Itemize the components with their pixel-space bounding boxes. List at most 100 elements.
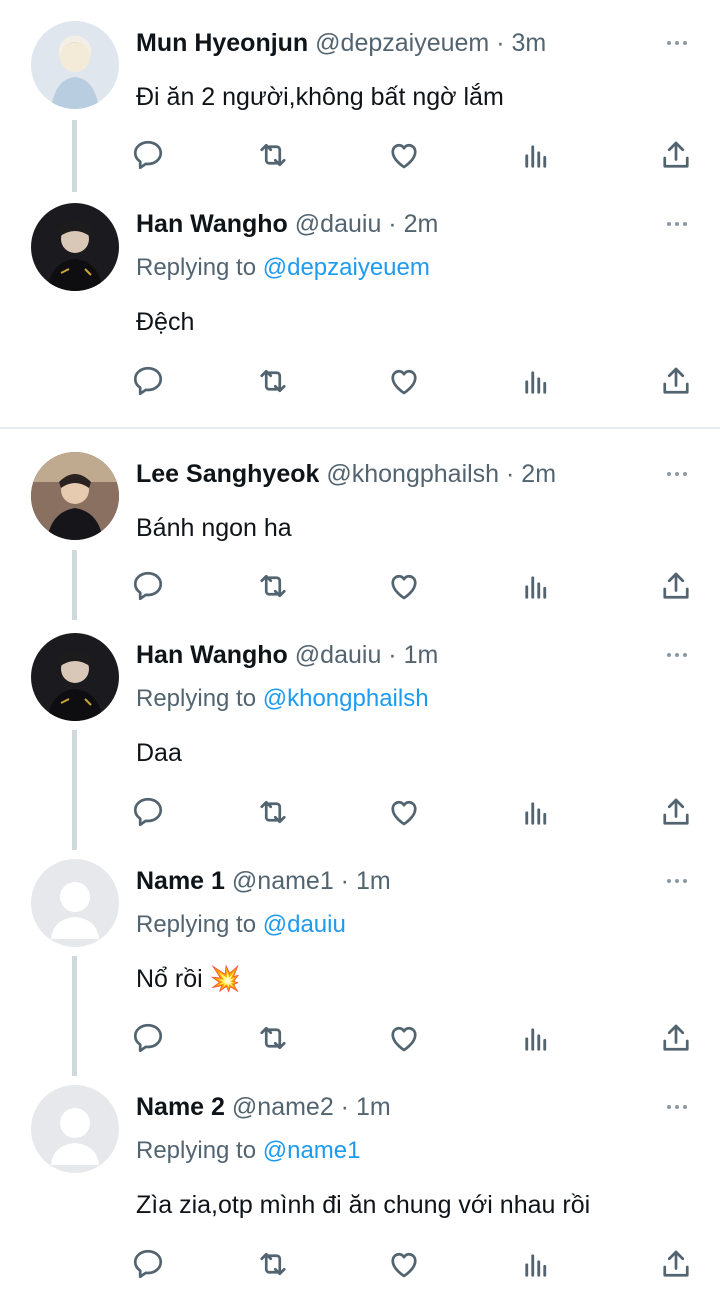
- retweet-icon[interactable]: [255, 1246, 295, 1286]
- analytics-icon[interactable]: [517, 794, 557, 834]
- replying-prefix: Replying to: [136, 911, 263, 938]
- replying-prefix: Replying to: [136, 685, 263, 712]
- share-icon[interactable]: [658, 1020, 698, 1060]
- retweet-icon[interactable]: [255, 794, 295, 834]
- tweet-text: Zìa zia,otp mình đi ăn chung với nhau rồ…: [136, 1191, 591, 1219]
- like-icon[interactable]: [386, 794, 426, 834]
- tweet-header: Lee Sanghyeok @khongphailsh · 2m: [136, 459, 556, 489]
- analytics-icon[interactable]: [517, 137, 557, 177]
- handle[interactable]: @dauiu: [295, 210, 382, 238]
- share-icon[interactable]: [658, 363, 698, 403]
- timestamp[interactable]: 3m: [511, 29, 546, 57]
- reply-icon[interactable]: [130, 568, 170, 608]
- timestamp[interactable]: 2m: [404, 210, 439, 238]
- reply-icon[interactable]: [130, 363, 170, 403]
- reply-icon[interactable]: [130, 1246, 170, 1286]
- handle[interactable]: @dauiu: [295, 641, 382, 669]
- handle[interactable]: @depzaiyeuem: [315, 29, 489, 57]
- tweet[interactable]: Name 2 @name2 · 1m Replying to @name1 Zì…: [0, 1074, 720, 1308]
- tweet-actions: [0, 568, 720, 608]
- separator: ·: [381, 641, 404, 669]
- avatar[interactable]: [31, 633, 119, 721]
- tweet[interactable]: Name 1 @name1 · 1m Replying to @dauiu Nổ…: [0, 848, 720, 1078]
- tweet[interactable]: Han Wangho @dauiu · 2m Replying to @depz…: [0, 192, 720, 424]
- replying-to: Replying to @khongphailsh: [136, 684, 429, 714]
- timestamp[interactable]: 2m: [521, 460, 556, 488]
- tweet-text: Đi ăn 2 người,không bất ngờ lắm: [136, 83, 504, 111]
- more-horizontal-icon[interactable]: [664, 642, 690, 668]
- like-icon[interactable]: [386, 568, 426, 608]
- default-avatar-icon[interactable]: [31, 859, 119, 947]
- tweet-header: Han Wangho @dauiu · 2m: [136, 209, 438, 239]
- tweet-text: Bánh ngon ha: [136, 514, 292, 542]
- reply-icon[interactable]: [130, 1020, 170, 1060]
- replying-to: Replying to @depzaiyeuem: [136, 253, 430, 283]
- more-horizontal-icon[interactable]: [664, 868, 690, 894]
- tweet[interactable]: Mun Hyeonjun @depzaiyeuem · 3m Đi ăn 2 n…: [0, 0, 720, 200]
- replying-to: Replying to @dauiu: [136, 910, 346, 940]
- share-icon[interactable]: [658, 568, 698, 608]
- tweet-header: Han Wangho @dauiu · 1m: [136, 640, 438, 670]
- analytics-icon[interactable]: [517, 363, 557, 403]
- tweet-header: Mun Hyeonjun @depzaiyeuem · 3m: [136, 28, 546, 58]
- reply-icon[interactable]: [130, 137, 170, 177]
- avatar[interactable]: [31, 452, 119, 540]
- tweet-text: Nổ rồi 💥: [136, 965, 241, 993]
- like-icon[interactable]: [386, 1020, 426, 1060]
- replying-prefix: Replying to: [136, 1137, 263, 1164]
- display-name[interactable]: Lee Sanghyeok: [136, 460, 319, 488]
- display-name[interactable]: Han Wangho: [136, 210, 288, 238]
- like-icon[interactable]: [386, 137, 426, 177]
- display-name[interactable]: Name 2: [136, 1093, 225, 1121]
- timestamp[interactable]: 1m: [404, 641, 439, 669]
- mention-link[interactable]: @name1: [263, 1137, 361, 1164]
- timestamp[interactable]: 1m: [356, 867, 391, 895]
- more-horizontal-icon[interactable]: [664, 461, 690, 487]
- share-icon[interactable]: [658, 137, 698, 177]
- separator: ·: [333, 1093, 356, 1121]
- default-avatar-icon[interactable]: [31, 1085, 119, 1173]
- handle[interactable]: @name1: [232, 867, 334, 895]
- more-horizontal-icon[interactable]: [664, 1094, 690, 1120]
- avatar[interactable]: [31, 21, 119, 109]
- analytics-icon[interactable]: [517, 1020, 557, 1060]
- mention-link[interactable]: @dauiu: [263, 911, 346, 938]
- share-icon[interactable]: [658, 794, 698, 834]
- display-name[interactable]: Name 1: [136, 867, 225, 895]
- like-icon[interactable]: [386, 363, 426, 403]
- retweet-icon[interactable]: [255, 568, 295, 608]
- like-icon[interactable]: [386, 1246, 426, 1286]
- replying-to: Replying to @name1: [136, 1136, 361, 1166]
- tweet[interactable]: Lee Sanghyeok @khongphailsh · 2m Bánh ng…: [0, 430, 720, 630]
- replying-prefix: Replying to: [136, 254, 263, 281]
- conversation-divider: [0, 427, 720, 429]
- display-name[interactable]: Han Wangho: [136, 641, 288, 669]
- tweet-actions: [0, 794, 720, 834]
- tweet-actions: [0, 137, 720, 177]
- tweet-actions: [0, 363, 720, 403]
- retweet-icon[interactable]: [255, 1020, 295, 1060]
- tweet-actions: [0, 1020, 720, 1060]
- analytics-icon[interactable]: [517, 1246, 557, 1286]
- tweet-header: Name 1 @name1 · 1m: [136, 866, 391, 896]
- separator: ·: [499, 460, 522, 488]
- share-icon[interactable]: [658, 1246, 698, 1286]
- mention-link[interactable]: @depzaiyeuem: [263, 254, 430, 281]
- tweet[interactable]: Han Wangho @dauiu · 1m Replying to @khon…: [0, 622, 720, 852]
- handle[interactable]: @khongphailsh: [326, 460, 499, 488]
- separator: ·: [381, 210, 404, 238]
- analytics-icon[interactable]: [517, 568, 557, 608]
- tweet-header: Name 2 @name2 · 1m: [136, 1092, 391, 1122]
- reply-icon[interactable]: [130, 794, 170, 834]
- retweet-icon[interactable]: [255, 363, 295, 403]
- retweet-icon[interactable]: [255, 137, 295, 177]
- mention-link[interactable]: @khongphailsh: [263, 685, 429, 712]
- more-horizontal-icon[interactable]: [664, 211, 690, 237]
- timestamp[interactable]: 1m: [356, 1093, 391, 1121]
- tweet-actions: [0, 1246, 720, 1286]
- avatar[interactable]: [31, 203, 119, 291]
- more-horizontal-icon[interactable]: [664, 30, 690, 56]
- handle[interactable]: @name2: [232, 1093, 334, 1121]
- separator: ·: [333, 867, 356, 895]
- display-name[interactable]: Mun Hyeonjun: [136, 29, 308, 57]
